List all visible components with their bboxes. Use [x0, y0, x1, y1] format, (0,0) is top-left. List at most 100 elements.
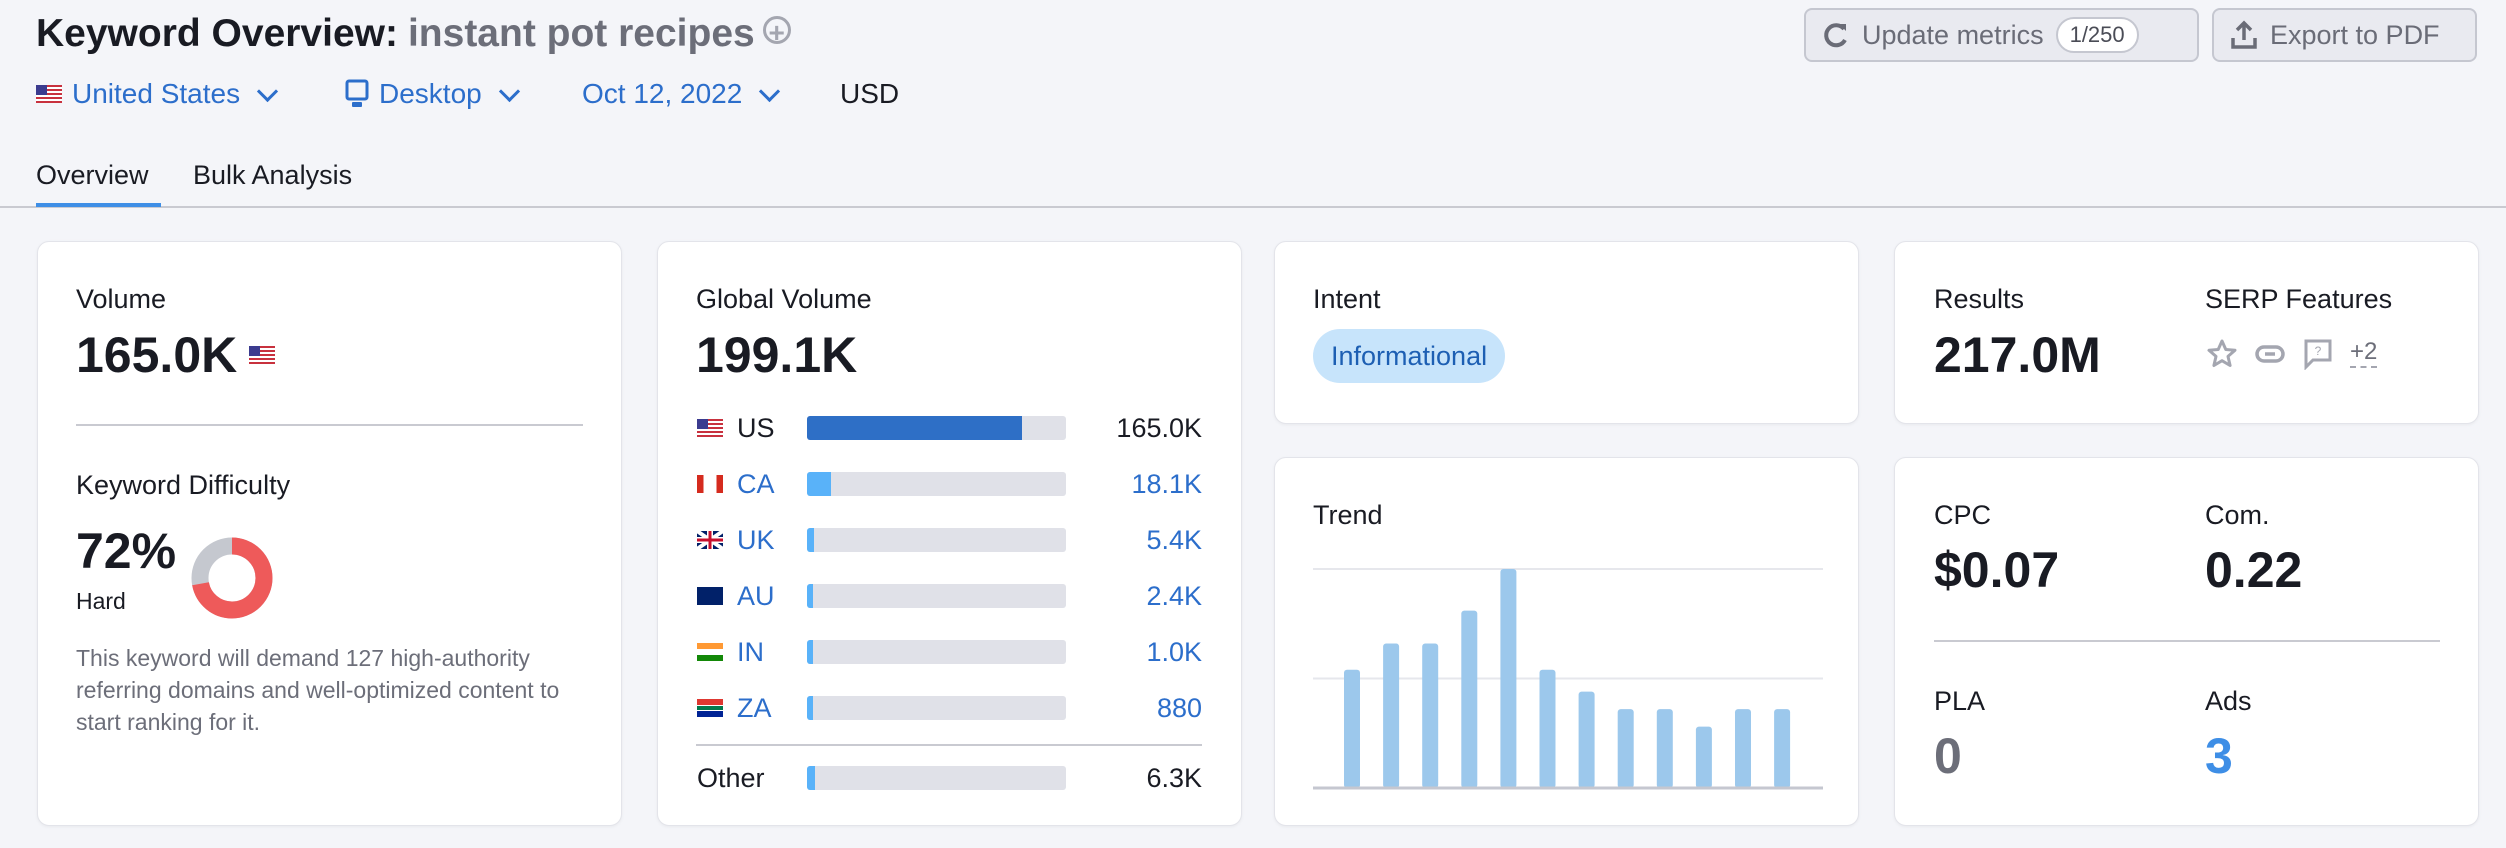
ca-flag-icon	[697, 475, 723, 493]
page-title: Keyword Overview: instant pot recipes +	[36, 12, 791, 56]
ads-value[interactable]: 3	[2205, 727, 2233, 785]
chevron-down-icon	[257, 80, 279, 102]
country-row-uk[interactable]: UK 5.4K	[697, 523, 1202, 557]
volume-bar-fill	[807, 528, 814, 552]
serp-features-label: SERP Features	[2205, 284, 2393, 314]
country-volume[interactable]: 880	[1066, 693, 1202, 724]
kd-level: Hard	[76, 588, 126, 614]
volume-bar-fill	[807, 696, 814, 720]
country-volume: 165.0K	[1116, 412, 1202, 443]
pla-label: PLA	[1934, 686, 1986, 716]
results-label: Results	[1934, 284, 2025, 314]
country-volume[interactable]: 5.4K	[1066, 525, 1202, 556]
us-flag-icon	[249, 346, 276, 364]
volume-bar-fill	[807, 472, 831, 496]
trend-bar[interactable]	[1578, 691, 1595, 788]
global-volume-label: Global Volume	[696, 284, 872, 314]
upload-icon	[2231, 20, 2257, 49]
country-code[interactable]: IN	[737, 637, 807, 668]
country-code[interactable]: CA	[737, 469, 807, 500]
trend-bar[interactable]	[1695, 726, 1712, 788]
trend-bar[interactable]	[1774, 709, 1791, 788]
us-flag-icon	[36, 85, 62, 103]
divider	[76, 424, 583, 426]
country-row-ca[interactable]: CA 18.1K	[697, 467, 1202, 501]
device-dropdown[interactable]: Desktop	[345, 78, 520, 110]
pla-value: 0	[1934, 728, 1962, 784]
kd-description: This keyword will demand 127 high-author…	[76, 645, 560, 735]
trend-bar[interactable]	[1461, 610, 1478, 788]
trend-bar[interactable]	[1656, 709, 1673, 788]
global-volume-value: 199.1K	[696, 327, 858, 383]
country-volume[interactable]: 2.4K	[1066, 581, 1202, 612]
country-code: US	[737, 412, 775, 443]
plus-circle-icon[interactable]: +	[762, 16, 791, 47]
volume-bar	[807, 640, 1066, 664]
za-flag-icon	[697, 699, 723, 717]
trend-bar[interactable]	[1539, 669, 1556, 788]
export-label: Export to PDF	[2270, 19, 2440, 50]
country-code[interactable]: ZA	[737, 693, 807, 724]
keyword: instant pot recipes	[407, 12, 755, 55]
trend-bar[interactable]	[1617, 709, 1634, 788]
other-value: 6.3K	[1146, 762, 1202, 793]
question-bubble-icon[interactable]: ?	[2302, 338, 2334, 370]
link-icon[interactable]	[2254, 338, 2286, 370]
competition-value: 0.22	[2205, 542, 2303, 598]
serp-more-link[interactable]: +2	[2350, 338, 2378, 368]
us-flag-icon	[697, 419, 723, 437]
chevron-down-icon	[498, 80, 520, 102]
country-row-za[interactable]: ZA 880	[697, 691, 1202, 725]
volume-bar	[807, 416, 1066, 440]
title-text: Keyword Overview:	[36, 12, 398, 55]
country-row-us: US 165.0K	[697, 411, 1202, 445]
volume-number: 165.0K	[76, 327, 238, 383]
kd-label: Keyword Difficulty	[76, 470, 291, 500]
trend-bar[interactable]	[1735, 709, 1751, 788]
ads-label: Ads	[2205, 686, 2252, 716]
trend-bar[interactable]	[1422, 643, 1439, 788]
export-pdf-button[interactable]: Export to PDF	[2212, 8, 2477, 62]
country-row-au[interactable]: AU 2.4K	[697, 579, 1202, 613]
country-row-in[interactable]: IN 1.0K	[697, 635, 1202, 669]
country-code[interactable]: AU	[737, 581, 807, 612]
uk-flag-icon	[697, 531, 723, 549]
trend-label: Trend	[1313, 500, 1383, 530]
star-icon[interactable]	[2206, 338, 2238, 370]
volume-value: 165.0K	[76, 326, 276, 384]
date-label: Oct 12, 2022	[582, 78, 743, 109]
au-flag-icon	[697, 587, 723, 605]
volume-bar-fill	[807, 584, 814, 608]
country-volume[interactable]: 18.1K	[1066, 469, 1202, 500]
update-metrics-button[interactable]: Update metrics 1/250	[1804, 8, 2199, 62]
country-code[interactable]: UK	[737, 525, 807, 556]
volume-bar	[807, 584, 1066, 608]
device-label: Desktop	[379, 78, 482, 109]
volume-bar-fill	[807, 640, 814, 664]
country-row-other: Other 6.3K	[697, 761, 1202, 795]
trend-bar[interactable]	[1500, 569, 1517, 788]
country-volume[interactable]: 1.0K	[1066, 637, 1202, 668]
tab-overview[interactable]: Overview	[36, 160, 149, 191]
divider	[1934, 640, 2440, 642]
trend-chart	[1313, 568, 1823, 790]
country-dropdown[interactable]: United States	[36, 78, 279, 110]
date-dropdown[interactable]: Oct 12, 2022	[582, 78, 781, 110]
cpc-value: $0.07	[1934, 542, 2060, 598]
results-value: 217.0M	[1934, 327, 2101, 383]
competition-label: Com.	[2205, 500, 2270, 530]
kd-value: 72%	[76, 523, 177, 579]
update-counter-badge: 1/250	[2055, 17, 2139, 53]
in-flag-icon	[697, 643, 723, 661]
other-label: Other	[697, 762, 765, 793]
trend-bar[interactable]	[1383, 643, 1400, 788]
volume-bar	[807, 528, 1066, 552]
intent-badge[interactable]: Informational	[1313, 329, 1506, 383]
trend-bar[interactable]	[1344, 669, 1360, 788]
volume-bar	[807, 696, 1066, 720]
currency-label: USD	[840, 78, 900, 109]
desktop-icon	[345, 79, 369, 107]
volume-label: Volume	[76, 284, 167, 314]
active-tab-indicator	[36, 203, 161, 207]
tab-bulk-analysis[interactable]: Bulk Analysis	[193, 160, 352, 191]
